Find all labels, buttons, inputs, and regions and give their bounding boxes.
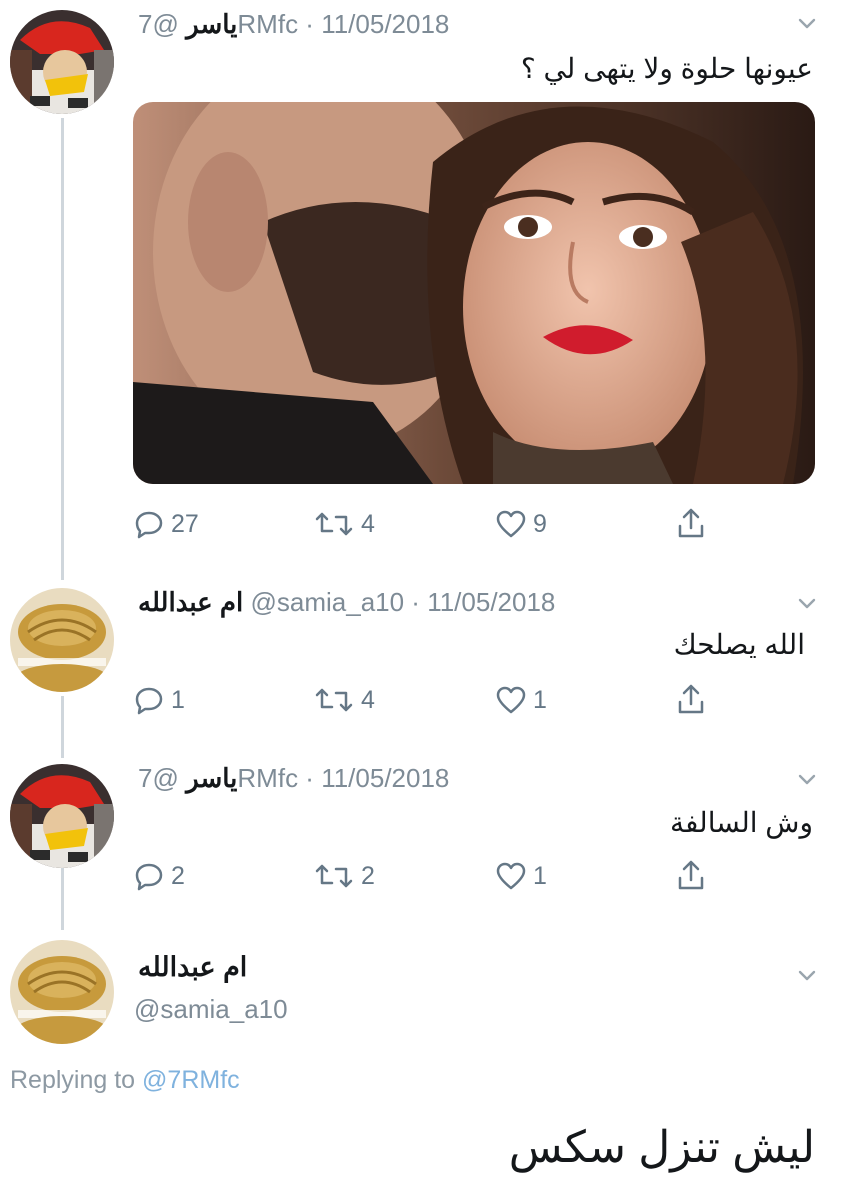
retweet-action[interactable]: 2 <box>313 856 375 896</box>
replying-to: Replying to @7RMfc <box>10 1066 240 1095</box>
share-icon <box>678 508 704 538</box>
reply-icon <box>135 863 163 891</box>
chevron-down-icon[interactable] <box>792 764 822 794</box>
tweet-1-header: ياسر @7RMfc · 11/05/2018 <box>138 4 449 44</box>
retweet-count: 2 <box>361 861 375 890</box>
reply-action[interactable]: 2 <box>133 856 185 896</box>
tweet-2-header: ام عبدالله @samia_a10 · 11/05/2018 <box>138 582 555 622</box>
retweet-count: 4 <box>361 509 375 538</box>
share-action[interactable] <box>675 856 707 896</box>
retweet-action[interactable]: 4 <box>313 680 375 720</box>
share-action[interactable] <box>675 680 707 720</box>
tweet-text: عيونها حلوة ولا يتهى لي ؟ <box>520 53 813 84</box>
heart-icon <box>496 686 526 714</box>
main-author-handle[interactable]: @samia_a10 <box>134 994 288 1025</box>
tweet-date[interactable]: 11/05/2018 <box>427 587 555 617</box>
reply-count: 2 <box>171 861 185 890</box>
reply-action[interactable]: 27 <box>133 504 199 544</box>
like-count: 1 <box>533 861 547 890</box>
dot-separator: · <box>298 763 322 793</box>
tweet-3-header: ياسر @7RMfc · 11/05/2018 <box>138 758 449 798</box>
tweet-3: ياسر @7RMfc · 11/05/2018 وش السالفة 2 2 … <box>0 756 853 916</box>
tweet-text: وش السالفة <box>669 807 813 838</box>
like-action[interactable]: 1 <box>495 856 547 896</box>
tweet-2: ام عبدالله @samia_a10 · 11/05/2018 الله … <box>0 580 853 740</box>
retweet-icon <box>315 688 353 712</box>
heart-icon <box>496 510 526 538</box>
avatar-yasser[interactable] <box>10 764 114 868</box>
like-count: 1 <box>533 685 547 714</box>
heart-icon <box>496 862 526 890</box>
retweet-icon <box>315 512 353 536</box>
like-count: 9 <box>533 509 547 538</box>
reply-count: 27 <box>171 509 199 538</box>
reply-icon <box>135 687 163 715</box>
tweet-date[interactable]: 11/05/2018 <box>321 9 449 39</box>
share-icon <box>678 684 704 714</box>
retweet-count: 4 <box>361 685 375 714</box>
tweet-1: ياسر @7RMfc · 11/05/2018 عيونها حلوة ولا… <box>0 0 853 560</box>
main-tweet: ام عبدالله @samia_a10 Replying to @7RMfc… <box>0 930 853 1199</box>
avatar-samia[interactable] <box>10 940 114 1044</box>
replying-label: Replying to <box>10 1066 136 1094</box>
main-author-name[interactable]: ام عبدالله <box>138 952 247 983</box>
main-tweet-text: ليش تنزل سكس <box>508 1123 815 1172</box>
replying-handle-link[interactable]: @7RMfc <box>142 1066 240 1094</box>
dot-separator: · <box>298 9 322 39</box>
reply-icon <box>135 511 163 539</box>
chevron-down-icon[interactable] <box>792 8 822 38</box>
tweet-text: الله يصلحك <box>673 629 805 660</box>
share-action[interactable] <box>675 504 707 544</box>
author-name[interactable]: ياسر <box>186 9 237 39</box>
like-action[interactable]: 1 <box>495 680 547 720</box>
reply-count: 1 <box>171 685 185 714</box>
avatar-yasser[interactable] <box>10 10 114 114</box>
share-icon <box>678 860 704 890</box>
like-action[interactable]: 9 <box>495 504 547 544</box>
retweet-icon <box>315 864 353 888</box>
tweet-photo[interactable] <box>133 102 815 484</box>
author-name[interactable]: ام عبدالله <box>138 587 243 617</box>
author-name[interactable]: ياسر <box>186 763 237 793</box>
avatar-samia[interactable] <box>10 588 114 692</box>
tweet-date[interactable]: 11/05/2018 <box>321 763 449 793</box>
chevron-down-icon[interactable] <box>792 588 822 618</box>
reply-action[interactable]: 1 <box>133 680 185 720</box>
author-handle[interactable]: @samia_a10 <box>250 587 404 617</box>
retweet-action[interactable]: 4 <box>313 504 375 544</box>
dot-separator: · <box>404 587 428 617</box>
chevron-down-icon[interactable] <box>792 960 822 990</box>
